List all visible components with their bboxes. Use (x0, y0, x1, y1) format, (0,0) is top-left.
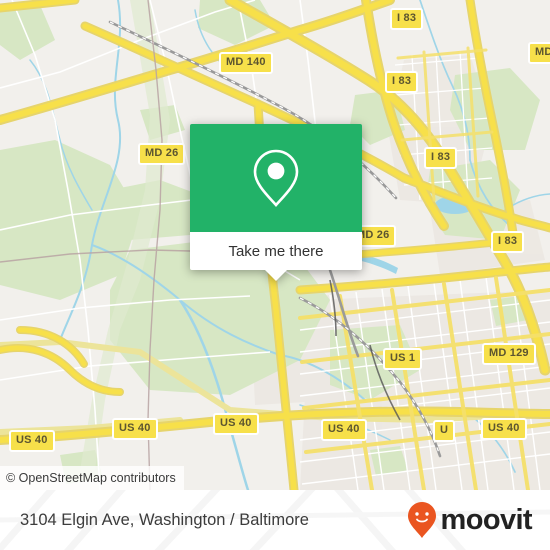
map-screenshot: I 83 MD MD 140 I 83 MD 26 I 83 MD 26 I 8… (0, 0, 550, 550)
road-shield[interactable]: US 40 (321, 419, 367, 441)
popup-tail (265, 270, 287, 281)
road-shield[interactable]: US 1 (383, 348, 423, 370)
popup-header (190, 124, 362, 232)
take-me-there-button[interactable]: Take me there (190, 232, 362, 270)
road-shield[interactable]: US 40 (481, 418, 527, 440)
road-shield[interactable]: I 83 (491, 231, 525, 253)
road-shield[interactable]: I 83 (390, 8, 424, 30)
address-label: 3104 Elgin Ave, Washington / Baltimore (20, 510, 309, 529)
map-pin-icon (253, 149, 299, 207)
road-shield[interactable]: MD 140 (219, 52, 273, 74)
road-shield[interactable]: US 40 (213, 413, 259, 435)
road-shield[interactable]: US 40 (112, 418, 158, 440)
moovit-logo[interactable]: moovit (407, 490, 533, 550)
moovit-smiley-pin-icon (407, 502, 436, 538)
road-shield[interactable]: MD 129 (482, 343, 536, 365)
road-shield[interactable]: US 40 (9, 430, 55, 452)
map-canvas[interactable]: I 83 MD MD 140 I 83 MD 26 I 83 MD 26 I 8… (0, 0, 550, 490)
location-popup[interactable]: Take me there (190, 124, 362, 281)
road-shield[interactable]: U (433, 420, 456, 442)
road-shield[interactable]: MD (528, 42, 550, 64)
road-shield[interactable]: I 83 (385, 71, 419, 93)
popup-button-label: Take me there (228, 242, 324, 260)
osm-attribution[interactable]: © OpenStreetMap contributors (0, 466, 184, 490)
road-shield[interactable]: I 83 (424, 147, 458, 169)
road-shield[interactable]: MD 26 (138, 143, 186, 165)
page-title: 3104 Elgin Ave, Washington / Baltimore (20, 490, 309, 550)
footer-bar: 3104 Elgin Ave, Washington / Baltimore m… (0, 490, 550, 550)
moovit-wordmark: moovit (440, 503, 533, 536)
